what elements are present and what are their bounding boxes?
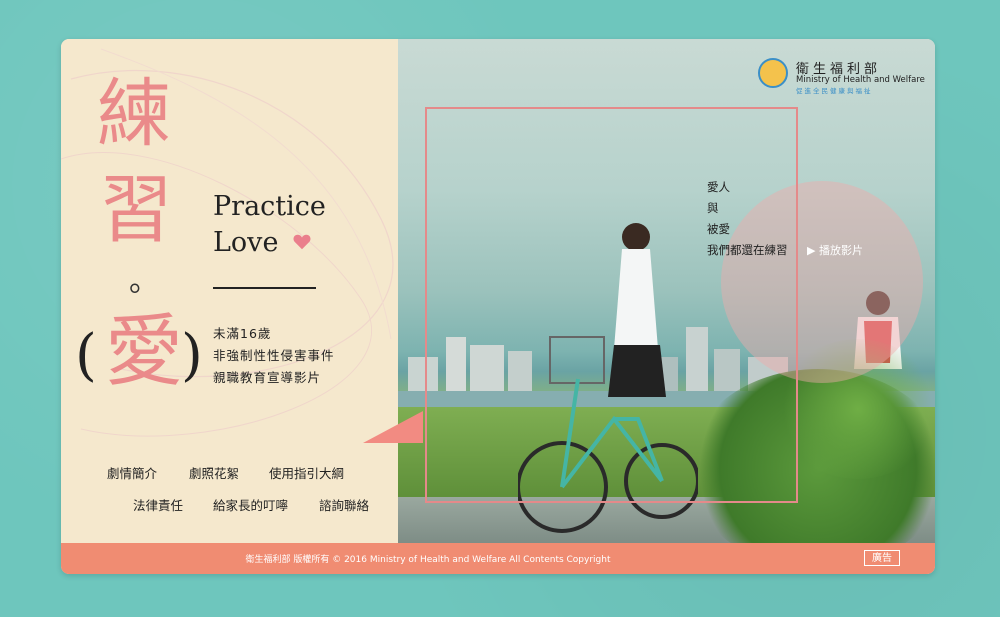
title-char-1: 練 [97,71,171,157]
nav-item-synopsis[interactable]: 劇情簡介 [107,463,157,482]
subtitle-line1: 未滿16歲 [213,326,272,341]
nav-pointer [363,411,423,443]
logo-slogan: 促進全民健康與福祉 [796,87,873,95]
title-char-4: 愛 [105,307,184,397]
subtitle-line2: 非強制性性侵害事件 [213,348,335,363]
nav-item-stills[interactable]: 劇照花絮 [189,463,239,482]
english-title-line1: Practice [213,191,326,222]
title-char-2: 習 [99,167,173,253]
cyclist-illustration [518,223,698,533]
nav-item-parents[interactable]: 給家長的叮嚀 [213,495,288,514]
ministry-logo[interactable]: 衛生福利部 Ministry of Health and Welfare 促進全… [758,58,934,98]
title-divider [213,287,316,289]
paren-right: ) [181,323,203,388]
footer: 衛生福利部 版權所有 © 2016 Ministry of Health and… [61,543,935,574]
paren-left: ( [75,323,97,388]
poem-line2: 與 [707,201,719,215]
poem-line3: 被愛 [707,222,730,236]
logo-english: Ministry of Health and Welfare [796,75,925,85]
nav-item-contact[interactable]: 諮詢聯絡 [319,495,369,514]
title-panel: 練 習 。 ( 愛 ) Practice Love 未滿16歲 非強制性性侵害事… [61,39,398,543]
nav-item-guide[interactable]: 使用指引大綱 [269,463,344,482]
poem-line1: 愛人 [707,180,730,194]
subtitle-line3: 親職教育宣導影片 [213,370,322,385]
title-char-3: 。 [129,264,159,299]
heart-icon [293,234,311,250]
poem-line4: 我們都還在練習 [707,243,788,257]
nav-item-legal[interactable]: 法律責任 [133,495,183,514]
subtitle: 未滿16歲 非強制性性侵害事件 親職教育宣導影片 [213,323,335,389]
copyright-text: 衛生福利部 版權所有 © 2016 Ministry of Health and… [245,555,611,565]
main-card: 練 習 。 ( 愛 ) Practice Love 未滿16歲 非強制性性侵害事… [61,39,935,574]
ministry-emblem-icon [758,58,788,88]
ad-button[interactable]: 廣告 [864,550,900,566]
play-video-button[interactable]: ▶ 播放影片 [807,242,863,258]
poem-text: 愛人 與 被愛 我們都還在練習 [707,177,788,261]
